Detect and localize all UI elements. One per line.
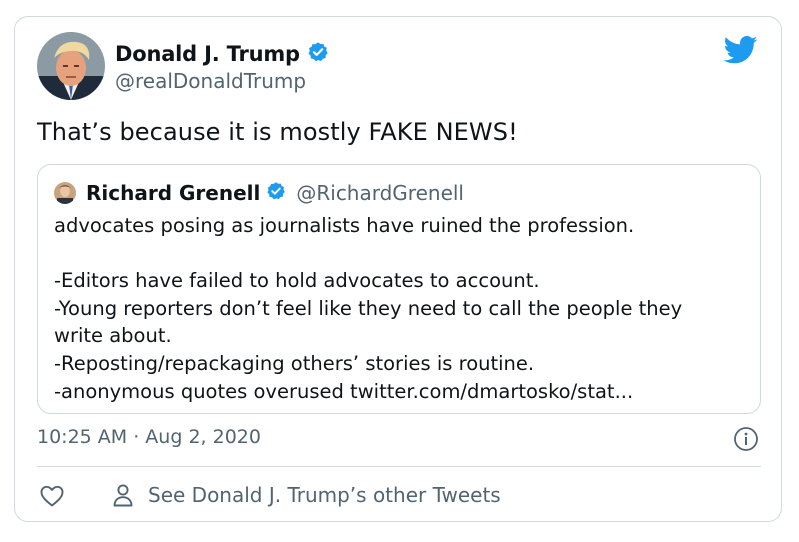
tweet-timestamp[interactable]: 10:25 AM · Aug 2, 2020 <box>37 426 261 448</box>
info-icon[interactable] <box>733 426 759 456</box>
quoted-tweet-text: advocates posing as journalists have rui… <box>54 212 754 405</box>
quoted-author-avatar[interactable] <box>54 182 76 204</box>
author-handle[interactable]: @realDonaldTrump <box>115 69 306 93</box>
person-icon[interactable] <box>111 482 135 512</box>
quoted-text-line: -Editors have failed to hold advocates t… <box>54 269 540 293</box>
quoted-text-line <box>54 240 754 268</box>
quoted-handle[interactable]: @RichardGrenell <box>296 181 464 205</box>
heart-icon[interactable] <box>39 484 65 512</box>
verified-badge-icon <box>266 181 286 205</box>
author-display-name[interactable]: Donald J. Trump <box>115 42 300 66</box>
quoted-tweet[interactable]: Richard Grenell @RichardGrenell advocate… <box>37 164 761 414</box>
quoted-text-line: advocates posing as journalists have rui… <box>54 214 635 237</box>
divider <box>37 466 761 467</box>
twitter-bird-icon[interactable] <box>723 36 758 68</box>
quoted-text-line: -Reposting/repackaging others’ stories i… <box>54 351 535 375</box>
author-avatar[interactable] <box>37 32 105 100</box>
quoted-display-name[interactable]: Richard Grenell <box>86 181 260 205</box>
quoted-text-line: -Young reporters don’t feel like they ne… <box>54 296 683 320</box>
verified-badge-icon <box>307 41 329 67</box>
quoted-text-line[interactable]: -anonymous quotes overused twitter.com/d… <box>54 378 754 406</box>
see-other-tweets-link[interactable]: See Donald J. Trump’s other Tweets <box>148 483 501 507</box>
quoted-text-line: write about. <box>54 324 172 348</box>
tweet-text: That’s because it is mostly FAKE NEWS! <box>37 118 518 146</box>
tweet-card: Donald J. Trump @realDonaldTrump That’s … <box>14 16 782 522</box>
